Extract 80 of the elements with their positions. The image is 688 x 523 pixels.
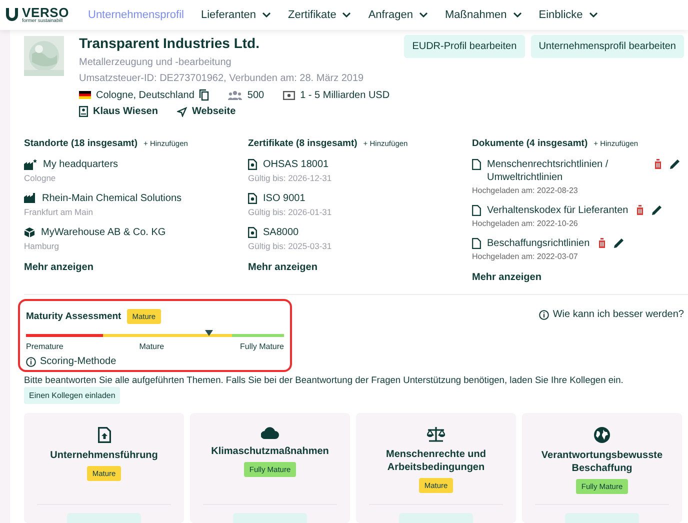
- edit-profile-button[interactable]: EUDR-Profil bearbeiten: [404, 35, 525, 58]
- delete-icon[interactable]: [598, 238, 606, 248]
- delete-icon[interactable]: [654, 159, 662, 170]
- info-icon: [26, 356, 36, 366]
- card-title: Menschenrechte und Arbeitsbedingungen: [384, 448, 488, 474]
- scoring-method-link[interactable]: Scoring-Methode: [40, 356, 116, 367]
- contact-link[interactable]: Klaus Wiesen: [93, 106, 158, 117]
- box-icon: [24, 227, 35, 238]
- location-text: Cologne, Deutschland: [96, 90, 194, 100]
- item-subtitle: Frankfurt am Main: [24, 207, 94, 218]
- item-subtitle: Gültig bis: 2026-12-31: [248, 173, 333, 184]
- item-subtitle: Hochgeladen am: 2022-03-07: [472, 252, 579, 262]
- nav-tab[interactable]: Maßnahmen: [445, 9, 522, 21]
- nav-tab[interactable]: Einblicke: [538, 9, 598, 21]
- invite-button[interactable]: Einen Kollegen einladen: [24, 387, 120, 404]
- item-title: OHSAS 18001: [263, 158, 329, 172]
- item-title: Verhaltenskodex für Lieferanten: [487, 204, 628, 218]
- item-title: Rhein-Main Chemical Solutions: [42, 192, 182, 206]
- edit-icon[interactable]: [670, 159, 680, 170]
- contact-icon: [79, 106, 88, 117]
- money-icon: [283, 90, 296, 100]
- scale-label: Mature: [139, 342, 164, 351]
- item-subtitle: Hamburg: [24, 241, 60, 252]
- item-subtitle: Cologne: [24, 173, 57, 184]
- item-title: My headquarters: [43, 158, 118, 172]
- nav-tab[interactable]: Lieferanten: [201, 9, 272, 21]
- navigation-arrow-icon: [176, 106, 187, 116]
- building-star-icon: [24, 159, 37, 170]
- show-more-link[interactable]: Mehr anzeigen: [248, 262, 472, 274]
- file-upload-icon: [98, 427, 110, 443]
- certificate-icon: [248, 227, 257, 238]
- item-title: Beschaffungsrichtlinien: [487, 237, 590, 250]
- document-icon: [472, 238, 481, 250]
- employees-text: 500: [247, 90, 264, 100]
- section-title: Dokumente (4 insgesamt): [472, 138, 588, 150]
- globe-icon: [594, 427, 610, 443]
- nav-tab[interactable]: Anfragen: [368, 9, 428, 21]
- website-link[interactable]: Webseite: [192, 106, 236, 117]
- document-icon: [472, 159, 481, 170]
- maturity-title: Maturity Assessment: [26, 311, 122, 322]
- nav-tab[interactable]: Zertifikate: [288, 9, 352, 21]
- copy-icon[interactable]: [199, 89, 210, 101]
- balance-scale-icon: [427, 427, 445, 442]
- card-title: Klimaschutzmaßnahmen: [211, 445, 329, 458]
- logo-text: VERSO: [22, 6, 70, 19]
- show-more-link[interactable]: Mehr anzeigen: [24, 262, 248, 274]
- delete-icon[interactable]: [636, 205, 644, 216]
- edit-icon[interactable]: [614, 238, 624, 248]
- cloud-icon: [261, 427, 279, 439]
- show-more-link[interactable]: Mehr anzeigen: [472, 272, 688, 284]
- certificate-icon: [248, 159, 257, 170]
- instructions-text: Bitte beantworten Sie alle aufgeführten Themen. Falls Sie bei der Beantwortung der Fragen Unterstützung benötigen, laden Sie Ihre Kollegen ein.: [24, 375, 624, 385]
- scale-label: Fully Mature: [240, 342, 284, 351]
- section-title: Standorte (18 insgesamt): [24, 138, 138, 150]
- german-flag-icon: [79, 91, 91, 99]
- item-title: MyWarehouse AB & Co. KG: [41, 226, 166, 240]
- card-title: Unternehmensführung: [50, 449, 158, 462]
- edit-profile-button[interactable]: Unternehmensprofil bearbeiten: [530, 35, 684, 58]
- people-icon: [228, 90, 242, 100]
- scale-label: Premature: [26, 342, 64, 351]
- item-title: SA8000: [263, 226, 299, 240]
- card-title: Verantwortungsbewusste Beschaffung: [540, 449, 664, 475]
- certificate-icon: [248, 193, 257, 204]
- vat-text: Umsatzsteuer-ID: DE273701962, Verbunden am: 28. März 2019: [79, 73, 365, 84]
- industry-text: Metallerzeugung und -bearbeitung: [79, 57, 232, 68]
- company-name: Transparent Industries Ltd.: [79, 35, 260, 51]
- help-link[interactable]: Wie kann ich besser werden?: [552, 309, 684, 320]
- revenue-text: 1 - 5 Milliarden USD: [300, 90, 390, 100]
- item-title: ISO 9001: [263, 192, 306, 206]
- edit-icon[interactable]: [652, 205, 662, 216]
- item-subtitle: Gültig bis: 2026-01-31: [248, 207, 333, 218]
- item-subtitle: Hochgeladen am: 2022-10-26: [472, 219, 579, 228]
- logo-icon: [5, 7, 19, 23]
- item-title: Menschenrechtsrichtlinien / Umweltrichtlinien: [487, 158, 610, 184]
- item-subtitle: Hochgeladen am: 2022-08-23: [472, 186, 579, 196]
- info-icon: [538, 310, 549, 320]
- item-subtitle: Gültig bis: 2025-03-31: [248, 241, 333, 252]
- section-title: Zertifikate (8 insgesamt): [248, 138, 358, 150]
- factory-icon: [24, 193, 36, 204]
- document-icon: [472, 205, 481, 216]
